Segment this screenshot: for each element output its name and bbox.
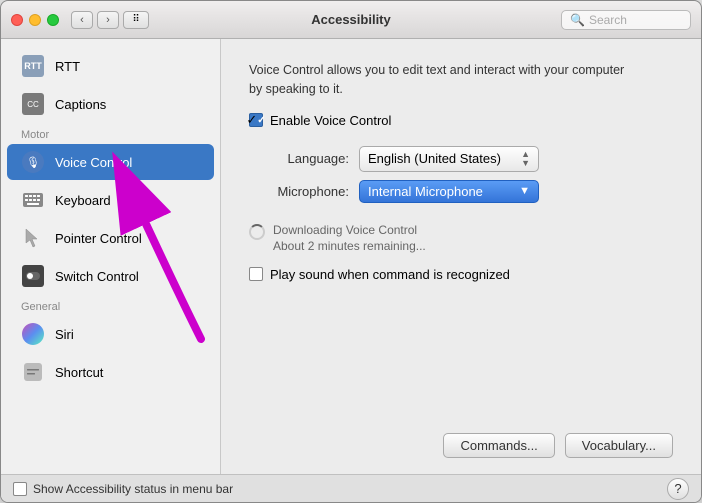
shortcut-icon: [21, 360, 45, 384]
description-text: Voice Control allows you to edit text an…: [249, 61, 629, 99]
keyboard-icon: [21, 188, 45, 212]
downloading-section: Downloading Voice Control About 2 minute…: [249, 223, 673, 253]
microphone-label: Microphone:: [249, 184, 349, 199]
status-bar: Show Accessibility status in menu bar ?: [1, 474, 701, 502]
titlebar: ‹ › ⠿ Accessibility 🔍 Search: [1, 1, 701, 39]
language-select[interactable]: English (United States) ▲ ▼: [359, 146, 539, 172]
enable-voice-control-checkbox[interactable]: ✓: [249, 113, 263, 127]
sidebar-item-switch-control[interactable]: Switch Control: [7, 258, 214, 294]
show-status-row[interactable]: Show Accessibility status in menu bar: [13, 482, 233, 496]
language-label: Language:: [249, 151, 349, 166]
sidebar-item-siri[interactable]: Siri: [7, 316, 214, 352]
downloading-subtitle: About 2 minutes remaining...: [273, 239, 426, 253]
show-status-label: Show Accessibility status in menu bar: [33, 482, 233, 496]
enable-voice-control-label: Enable Voice Control: [270, 113, 391, 128]
maximize-button[interactable]: [47, 14, 59, 26]
back-button[interactable]: ‹: [71, 11, 93, 29]
sidebar-item-keyboard[interactable]: Keyboard: [7, 182, 214, 218]
play-sound-row[interactable]: Play sound when command is recognized: [249, 267, 673, 282]
downloading-title: Downloading Voice Control: [273, 223, 426, 237]
motor-section-label: Motor: [1, 123, 220, 143]
nav-buttons: ‹ ›: [71, 11, 119, 29]
sidebar-item-voice-control[interactable]: 🎙 Voice Control: [7, 144, 214, 180]
sidebar-item-label: Captions: [55, 97, 106, 112]
help-button[interactable]: ?: [667, 478, 689, 500]
traffic-lights: [11, 14, 59, 26]
search-icon: 🔍: [570, 13, 585, 27]
enable-voice-control-row[interactable]: ✓ Enable Voice Control: [249, 113, 673, 128]
search-box[interactable]: 🔍 Search: [561, 10, 691, 30]
spinner-icon: [249, 224, 265, 240]
sidebar-item-label: Switch Control: [55, 269, 139, 284]
language-row: Language: English (United States) ▲ ▼: [249, 146, 673, 172]
rtt-icon: RTT: [21, 54, 45, 78]
sidebar-item-label: Keyboard: [55, 193, 111, 208]
siri-icon: [21, 322, 45, 346]
window-title: Accessibility: [311, 12, 391, 27]
microphone-arrow-icon: ▼: [519, 185, 530, 197]
vocabulary-button[interactable]: Vocabulary...: [565, 433, 673, 458]
switch-icon: [21, 264, 45, 288]
sidebar-item-label: RTT: [55, 59, 80, 74]
language-arrows: ▲ ▼: [521, 150, 530, 168]
pointer-icon: [21, 226, 45, 250]
language-value: English (United States): [368, 151, 501, 166]
general-section-label: General: [1, 295, 220, 315]
forward-button[interactable]: ›: [97, 11, 119, 29]
main-panel: Voice Control allows you to edit text an…: [221, 39, 701, 474]
sidebar-item-label: Shortcut: [55, 365, 103, 380]
show-status-checkbox[interactable]: [13, 482, 27, 496]
commands-button[interactable]: Commands...: [443, 433, 554, 458]
microphone-row: Microphone: Internal Microphone ▼: [249, 180, 673, 203]
sidebar-item-captions[interactable]: CC Captions: [7, 86, 214, 122]
sidebar: RTT RTT CC Captions Motor 🎙 Voice Contro…: [1, 39, 221, 474]
sidebar-item-rtt[interactable]: RTT RTT: [7, 48, 214, 84]
sidebar-item-label: Siri: [55, 327, 74, 342]
apps-icon: ⠿: [132, 14, 139, 25]
play-sound-label: Play sound when command is recognized: [270, 267, 510, 282]
search-placeholder: Search: [589, 13, 627, 27]
sidebar-item-pointer-control[interactable]: Pointer Control: [7, 220, 214, 256]
bottom-buttons: Commands... Vocabulary...: [249, 423, 673, 458]
sidebar-item-label: Voice Control: [55, 155, 132, 170]
captions-icon: CC: [21, 92, 45, 116]
microphone-select[interactable]: Internal Microphone ▼: [359, 180, 539, 203]
microphone-value: Internal Microphone: [368, 184, 483, 199]
sidebar-item-label: Pointer Control: [55, 231, 142, 246]
back-icon: ‹: [80, 14, 84, 26]
checkmark-icon: ✓: [246, 112, 257, 128]
play-sound-checkbox[interactable]: [249, 267, 263, 281]
form-rows: Language: English (United States) ▲ ▼ Mi…: [249, 146, 673, 203]
help-icon: ?: [674, 481, 681, 496]
forward-icon: ›: [106, 14, 110, 26]
sidebar-item-shortcut[interactable]: Shortcut: [7, 354, 214, 390]
content-area: RTT RTT CC Captions Motor 🎙 Voice Contro…: [1, 39, 701, 474]
apps-button[interactable]: ⠿: [123, 11, 149, 29]
close-button[interactable]: [11, 14, 23, 26]
voice-icon: 🎙: [21, 150, 45, 174]
minimize-button[interactable]: [29, 14, 41, 26]
downloading-text: Downloading Voice Control About 2 minute…: [273, 223, 426, 253]
